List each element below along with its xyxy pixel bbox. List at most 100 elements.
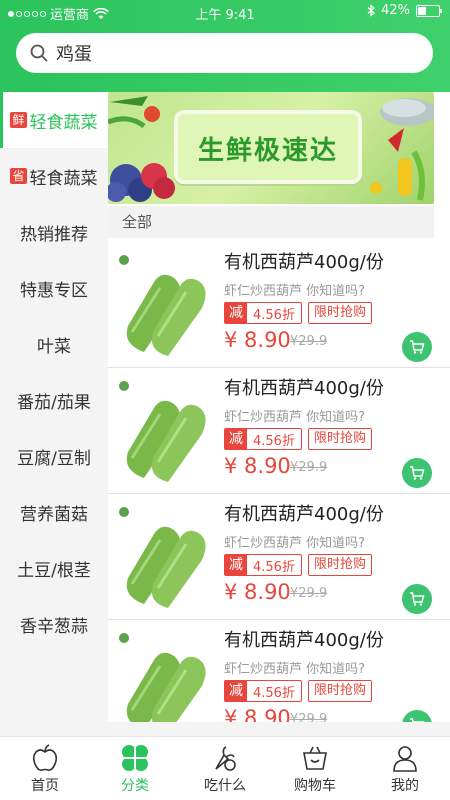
tab-label: 首页: [31, 778, 59, 794]
product-area: 生鲜极速达 全部 有机西葫芦400g/份 虾仁炒西葫芦 你知道吗? 减 4.56…: [108, 92, 450, 722]
status-right: 42%: [367, 3, 442, 18]
add-to-cart-button[interactable]: [402, 332, 432, 362]
discount-tag: 减: [225, 681, 247, 701]
sidebar-item-leafy[interactable]: 叶菜: [0, 316, 108, 372]
cart-icon: [410, 718, 425, 722]
add-to-cart-button[interactable]: [402, 458, 432, 488]
battery-fill: [418, 6, 427, 15]
cart-icon: [303, 746, 327, 770]
sidebar-item-label: 特惠专区: [20, 280, 88, 301]
category-sidebar: 鲜 轻食蔬菜 省 轻食蔬菜 热销推荐 特惠专区 叶菜 番茄/茄果 豆腐/豆制 营…: [0, 92, 108, 645]
product-desc: 虾仁炒西葫芦 你知道吗?: [224, 662, 366, 677]
zucchini-image: [114, 630, 212, 722]
sidebar-item-fresh-vegetables[interactable]: 鲜 轻食蔬菜: [0, 92, 108, 148]
sidebar-item-mushroom[interactable]: 营养菌菇: [0, 484, 108, 540]
product-card[interactable]: 有机西葫芦400g/份 虾仁炒西葫芦 你知道吗? 减 4.56折 限时抢购 ¥ …: [108, 242, 450, 368]
product-card[interactable]: 有机西葫芦400g/份 虾仁炒西葫芦 你知道吗? 减 4.56折 限时抢购 ¥ …: [108, 494, 450, 620]
tab-label: 我的: [391, 778, 419, 794]
sidebar-item-label: 豆腐/豆制: [17, 448, 91, 469]
sidebar-item-label: 热销推荐: [20, 224, 88, 245]
discount-badge: 减 4.56折: [224, 680, 302, 702]
product-name: 有机西葫芦400g/份: [224, 504, 384, 525]
battery-percent: 42%: [381, 3, 410, 18]
cart-icon: [410, 592, 425, 606]
discount-badge: 减 4.56折: [224, 302, 302, 324]
section-label: 全部: [108, 206, 434, 238]
discount-tag: 减: [225, 303, 247, 323]
tab-label: 购物车: [294, 778, 336, 794]
zucchini-image: [114, 252, 212, 362]
sidebar-item-hot[interactable]: 热销推荐: [0, 204, 108, 260]
flash-sale-badge: 限时抢购: [308, 554, 373, 576]
user-icon: [393, 746, 417, 772]
product-price: ¥ 8.90: [224, 580, 291, 604]
search-bar[interactable]: [16, 33, 433, 73]
product-name: 有机西葫芦400g/份: [224, 378, 384, 399]
sidebar-item-saving-vegetables[interactable]: 省 轻食蔬菜: [0, 148, 108, 204]
original-price: ¥29.9: [290, 586, 328, 601]
product-desc: 虾仁炒西葫芦 你知道吗?: [224, 410, 366, 425]
sidebar-item-potato[interactable]: 土豆/根茎: [0, 540, 108, 596]
discount-rate: 4.56折: [253, 559, 295, 575]
tab-home[interactable]: 首页: [0, 737, 90, 800]
sidebar-item-tomato[interactable]: 番茄/茄果: [0, 372, 108, 428]
bottom-tab-bar: 首页 分类 吃什么 购物车 我的: [0, 736, 450, 800]
product-card[interactable]: 有机西葫芦400g/份 虾仁炒西葫芦 你知道吗? 减 4.56折 限时抢购 ¥ …: [108, 368, 450, 494]
battery-icon: [416, 4, 442, 17]
header: 运营商 上午 9:41 42%: [0, 0, 450, 92]
original-price: ¥29.9: [290, 460, 328, 475]
sidebar-item-specials[interactable]: 特惠专区: [0, 260, 108, 316]
fresh-tag: 鲜: [10, 112, 27, 128]
product-price: ¥ 8.90: [224, 706, 291, 722]
clover-icon: [122, 745, 148, 771]
product-card[interactable]: 有机西葫芦400g/份 虾仁炒西葫芦 你知道吗? 减 4.56折 限时抢购 ¥ …: [108, 620, 450, 722]
promo-banner[interactable]: 生鲜极速达: [108, 92, 434, 204]
product-name: 有机西葫芦400g/份: [224, 630, 384, 651]
vegetables-icon: [215, 746, 236, 771]
tab-profile[interactable]: 我的: [360, 737, 450, 800]
cart-icon: [410, 466, 425, 480]
bluetooth-icon: [367, 4, 376, 17]
sidebar-item-label: 叶菜: [37, 336, 71, 357]
discount-badge: 减 4.56折: [224, 554, 302, 576]
apple-icon: [32, 744, 58, 771]
sidebar-item-label: 香辛葱蒜: [20, 616, 88, 637]
banner-card: 生鲜极速达: [174, 110, 362, 184]
sidebar-item-label: 轻食蔬菜: [29, 168, 98, 189]
product-price: ¥ 8.90: [224, 454, 291, 478]
tab-label: 分类: [121, 778, 149, 794]
discount-badge: 减 4.56折: [224, 428, 302, 450]
save-tag: 省: [10, 168, 27, 184]
status-bar: 运营商 上午 9:41 42%: [0, 0, 450, 24]
cart-icon: [410, 340, 425, 354]
product-name: 有机西葫芦400g/份: [224, 252, 384, 273]
discount-rate: 4.56折: [253, 433, 295, 449]
discount-rate: 4.56折: [253, 685, 295, 701]
add-to-cart-button[interactable]: [402, 710, 432, 722]
tab-what-to-eat[interactable]: 吃什么: [180, 737, 270, 800]
zucchini-image: [114, 378, 212, 488]
sidebar-item-tofu[interactable]: 豆腐/豆制: [0, 428, 108, 484]
zucchini-image: [114, 504, 212, 614]
product-price: ¥ 8.90: [224, 328, 291, 352]
product-desc: 虾仁炒西葫芦 你知道吗?: [224, 284, 366, 299]
add-to-cart-button[interactable]: [402, 584, 432, 614]
original-price: ¥29.9: [290, 334, 328, 349]
discount-rate: 4.56折: [253, 307, 295, 323]
tab-cart[interactable]: 购物车: [270, 737, 360, 800]
flash-sale-badge: 限时抢购: [308, 680, 373, 702]
discount-tag: 减: [225, 429, 247, 449]
flash-sale-badge: 限时抢购: [308, 428, 373, 450]
sidebar-item-label: 营养菌菇: [20, 504, 88, 525]
search-icon: [30, 44, 48, 62]
discount-tag: 减: [225, 555, 247, 575]
tab-category[interactable]: 分类: [90, 737, 180, 800]
sidebar-item-spices[interactable]: 香辛葱蒜: [0, 596, 108, 652]
sidebar-item-label: 土豆/根茎: [17, 560, 91, 581]
search-input[interactable]: [56, 42, 396, 64]
tab-label: 吃什么: [204, 778, 246, 794]
flash-sale-badge: 限时抢购: [308, 302, 373, 324]
sidebar-item-label: 轻食蔬菜: [29, 112, 98, 133]
original-price: ¥29.9: [290, 712, 328, 722]
product-desc: 虾仁炒西葫芦 你知道吗?: [224, 536, 366, 551]
